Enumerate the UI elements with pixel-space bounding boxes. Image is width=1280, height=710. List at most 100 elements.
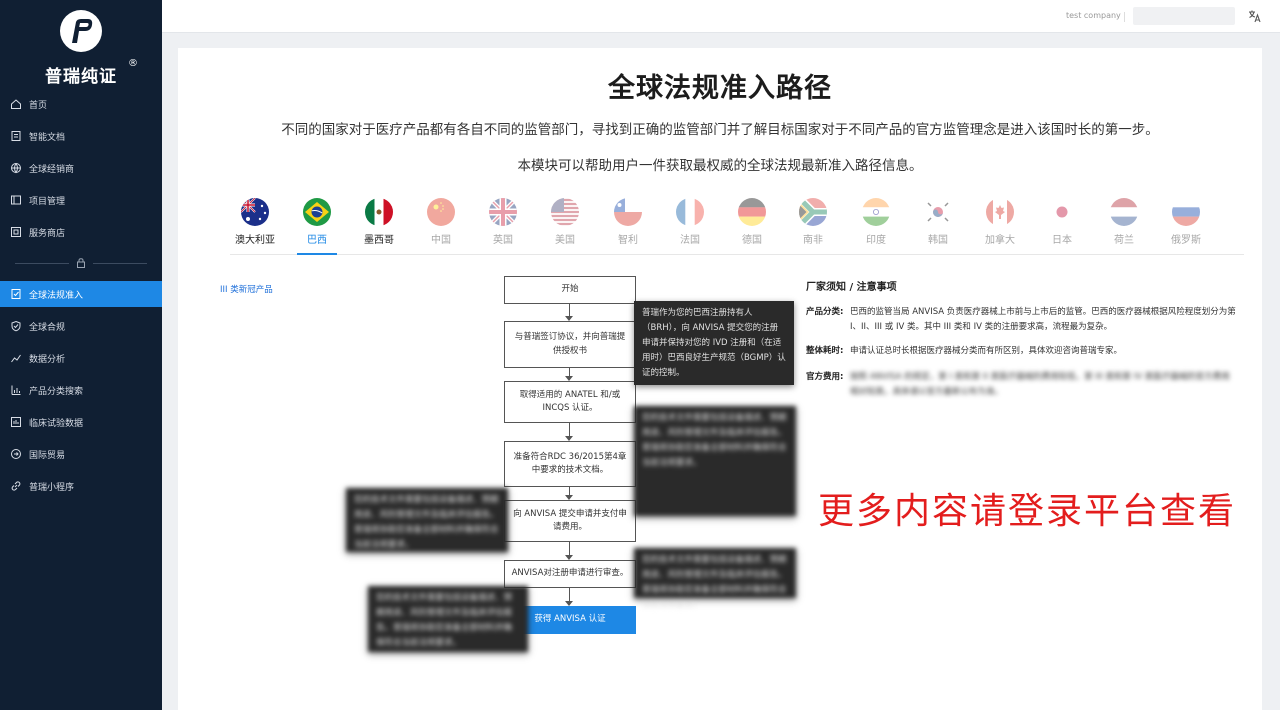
sidebar-item-11[interactable]: 国际贸易 [0,441,162,467]
sidebar-item-5[interactable]: 服务商店 [0,219,162,245]
sidebar-item-label: 全球合规 [29,322,66,333]
flow-step-5[interactable]: 向 ANVISA 提交申请并支付申请费用。 [504,500,636,542]
sidebar-item-label: 临床试验数据 [29,418,84,429]
country-label: 法国 [680,235,700,246]
flow-step-label: ANVISA对注册申请进行审查。 [511,568,629,579]
tooltip-text: 您的技术文件需要包括设备描述、预期用途、风险管理文件及临床评估报告。普瑞将协助您… [376,593,513,648]
tooltip-blurred: 您的技术文件需要包括设备描述、预期用途、风险管理文件及临床评估报告。普瑞将协助您… [368,586,528,652]
japan-flag [1048,198,1076,226]
netherlands-flag [1110,198,1138,226]
tab-country-10[interactable]: 南非 [793,198,833,246]
home-icon [11,99,21,109]
tooltip-text: 您的技术文件需要包括设备描述、预期用途、风险管理文件及临床评估报告。普瑞将协助您… [354,495,499,550]
country-label: 英国 [493,235,513,246]
sidebar-item-6[interactable]: 全球法规准入 [0,281,162,307]
sidebar-item-2[interactable]: 智能文档 [0,123,162,149]
tab-country-8[interactable]: 法国 [670,198,710,246]
tab-country-4[interactable]: 中国 [421,198,461,246]
sidebar-item-label: 全球法规准入 [29,290,84,301]
project-icon [11,195,21,205]
notes-key: 产品分类: [806,307,844,317]
flow-step-1[interactable]: 开始 [504,276,636,304]
document-icon [11,131,21,141]
globe-icon [11,163,21,174]
sidebar-item-label: 全球经销商 [29,164,75,175]
notes-value: 申请认证总时长根据医疗器械分类而有所区别，具体欢迎咨询普瑞专家。 [850,346,1123,356]
company-name[interactable]: test company [1066,11,1121,20]
translate-icon[interactable] [1248,9,1262,23]
sidebar-item-1[interactable]: 首页 [0,91,162,117]
tooltip-text: 普瑞作为您的巴西注册持有人（BRH），向 ANVISA 提交您的注册申请并保持对… [642,308,786,378]
tab-country-13[interactable]: 加拿大 [980,198,1020,246]
flow-step-label: 向 ANVISA 提交申请并支付申请费用。 [513,508,627,532]
tab-country-5[interactable]: 英国 [483,198,523,246]
flow-step-2[interactable]: 与普瑞签订协议，并向普瑞提供授权书 [504,321,636,368]
flow-step-label: 与普瑞签订协议，并向普瑞提供授权书 [514,332,626,356]
login-promo-text: 更多内容请登录平台查看 [818,491,1237,532]
sidebar-item-8[interactable]: 数据分析 [0,345,162,371]
tooltip-blurred: 您的技术文件需要包括设备描述、预期用途、风险管理文件及临床评估报告。普瑞将协助您… [346,488,508,552]
flow-step-label: 获得 ANVISA 认证 [534,614,606,625]
germany-flag [738,198,766,226]
canada-flag [986,198,1014,226]
tooltip-registration-holder: 普瑞作为您的巴西注册持有人（BRH），向 ANVISA 提交您的注册申请并保持对… [634,301,794,386]
page-description: 不同的国家对于医疗产品都有各自不同的监管部门，寻找到正确的监管部门并了解目标国家… [281,122,1159,138]
flow-connector [569,542,570,555]
tab-country-1[interactable]: 澳大利亚 [235,198,275,246]
flow-connector [569,304,570,316]
tooltip-text: 您的技术文件需要包括设备描述、预期用途、风险管理文件及临床评估报告。普瑞将协助您… [642,413,787,468]
flow-step-6[interactable]: ANVISA对注册申请进行审查。 [504,560,636,588]
tab-country-11[interactable]: 印度 [856,198,896,246]
bar-chart-icon [11,385,21,395]
sidebar-item-12[interactable]: 普瑞小程序 [0,473,162,499]
divider [93,262,147,264]
sidebar-item-label: 首页 [29,100,48,111]
tab-country-7[interactable]: 智利 [608,198,648,246]
sidebar-item-10[interactable]: 临床试验数据 [0,409,162,435]
logo: 普瑞纯证 ® [0,8,162,87]
sidebar-item-label: 数据分析 [29,354,66,365]
sidebar-item-3[interactable]: 全球经销商 [0,155,162,181]
tab-country-16[interactable]: 俄罗斯 [1166,198,1206,246]
tooltip-blurred: 您的技术文件需要包括设备描述、预期用途、风险管理文件及临床评估报告。普瑞将协助您… [634,548,796,610]
main-panel: 全球法规准入路径 不同的国家对于医疗产品都有各自不同的监管部门，寻找到正确的监管… [178,48,1262,710]
brazil-flag [303,198,331,226]
tab-country-6[interactable]: 美国 [545,198,585,246]
trade-icon [11,449,21,459]
tab-country-15[interactable]: 荷兰 [1104,198,1144,246]
flow-step-4[interactable]: 准备符合RDC 36/2015第4章中要求的技术文档。 [504,441,636,487]
country-label: 荷兰 [1114,235,1134,246]
notes-title: 厂家须知 / 注意事项 [806,282,897,293]
russia-flag [1172,198,1200,226]
country-label: 澳大利亚 [235,235,275,246]
tab-country-2[interactable]: 巴西 [297,198,337,246]
flow-step-3[interactable]: 取得适用的 ANATEL 和/或 INCQS 认证。 [504,381,636,423]
sidebar-item-4[interactable]: 项目管理 [0,187,162,213]
notes-value: 巴西的监管当局 ANVISA 负责医疗器械上市前与上市后的监管。巴西的医疗器械根… [850,307,1236,333]
chart-icon [11,354,21,363]
search-input[interactable] [1133,7,1235,25]
notes-row: 官方费用: 按照 ANVISA 的规定，第 I 类和第 II 类医疗器械的费用较… [806,370,1236,401]
top-bar: test company [162,0,1280,33]
tab-country-3[interactable]: 墨西哥 [359,198,399,246]
tab-country-12[interactable]: 韩国 [918,198,958,246]
sidebar-item-9[interactable]: 产品分类搜索 [0,377,162,403]
lock-icon[interactable] [77,258,85,268]
category-link[interactable]: III 类新冠产品 [220,283,273,295]
flow-step-label: 开始 [561,284,579,295]
chile-flag [614,198,642,226]
notes-value: 按照 ANVISA 的规定，第 I 类和第 II 类医疗器械的费用较低，第 II… [850,372,1230,398]
tab-selected-indicator [297,253,337,255]
country-label: 韩国 [928,235,948,246]
flow-connector [569,487,570,495]
flow-connector [569,368,570,376]
country-label: 德国 [742,235,762,246]
sidebar-item-label: 服务商店 [29,228,66,239]
divider [1124,12,1125,22]
country-label: 加拿大 [985,235,1015,246]
notes-row: 产品分类: 巴西的监管当局 ANVISA 负责医疗器械上市前与上市后的监管。巴西… [806,305,1236,336]
usa-flag [551,198,579,226]
tab-country-9[interactable]: 德国 [732,198,772,246]
sidebar-item-7[interactable]: 全球合规 [0,313,162,339]
tab-country-14[interactable]: 日本 [1042,198,1082,246]
